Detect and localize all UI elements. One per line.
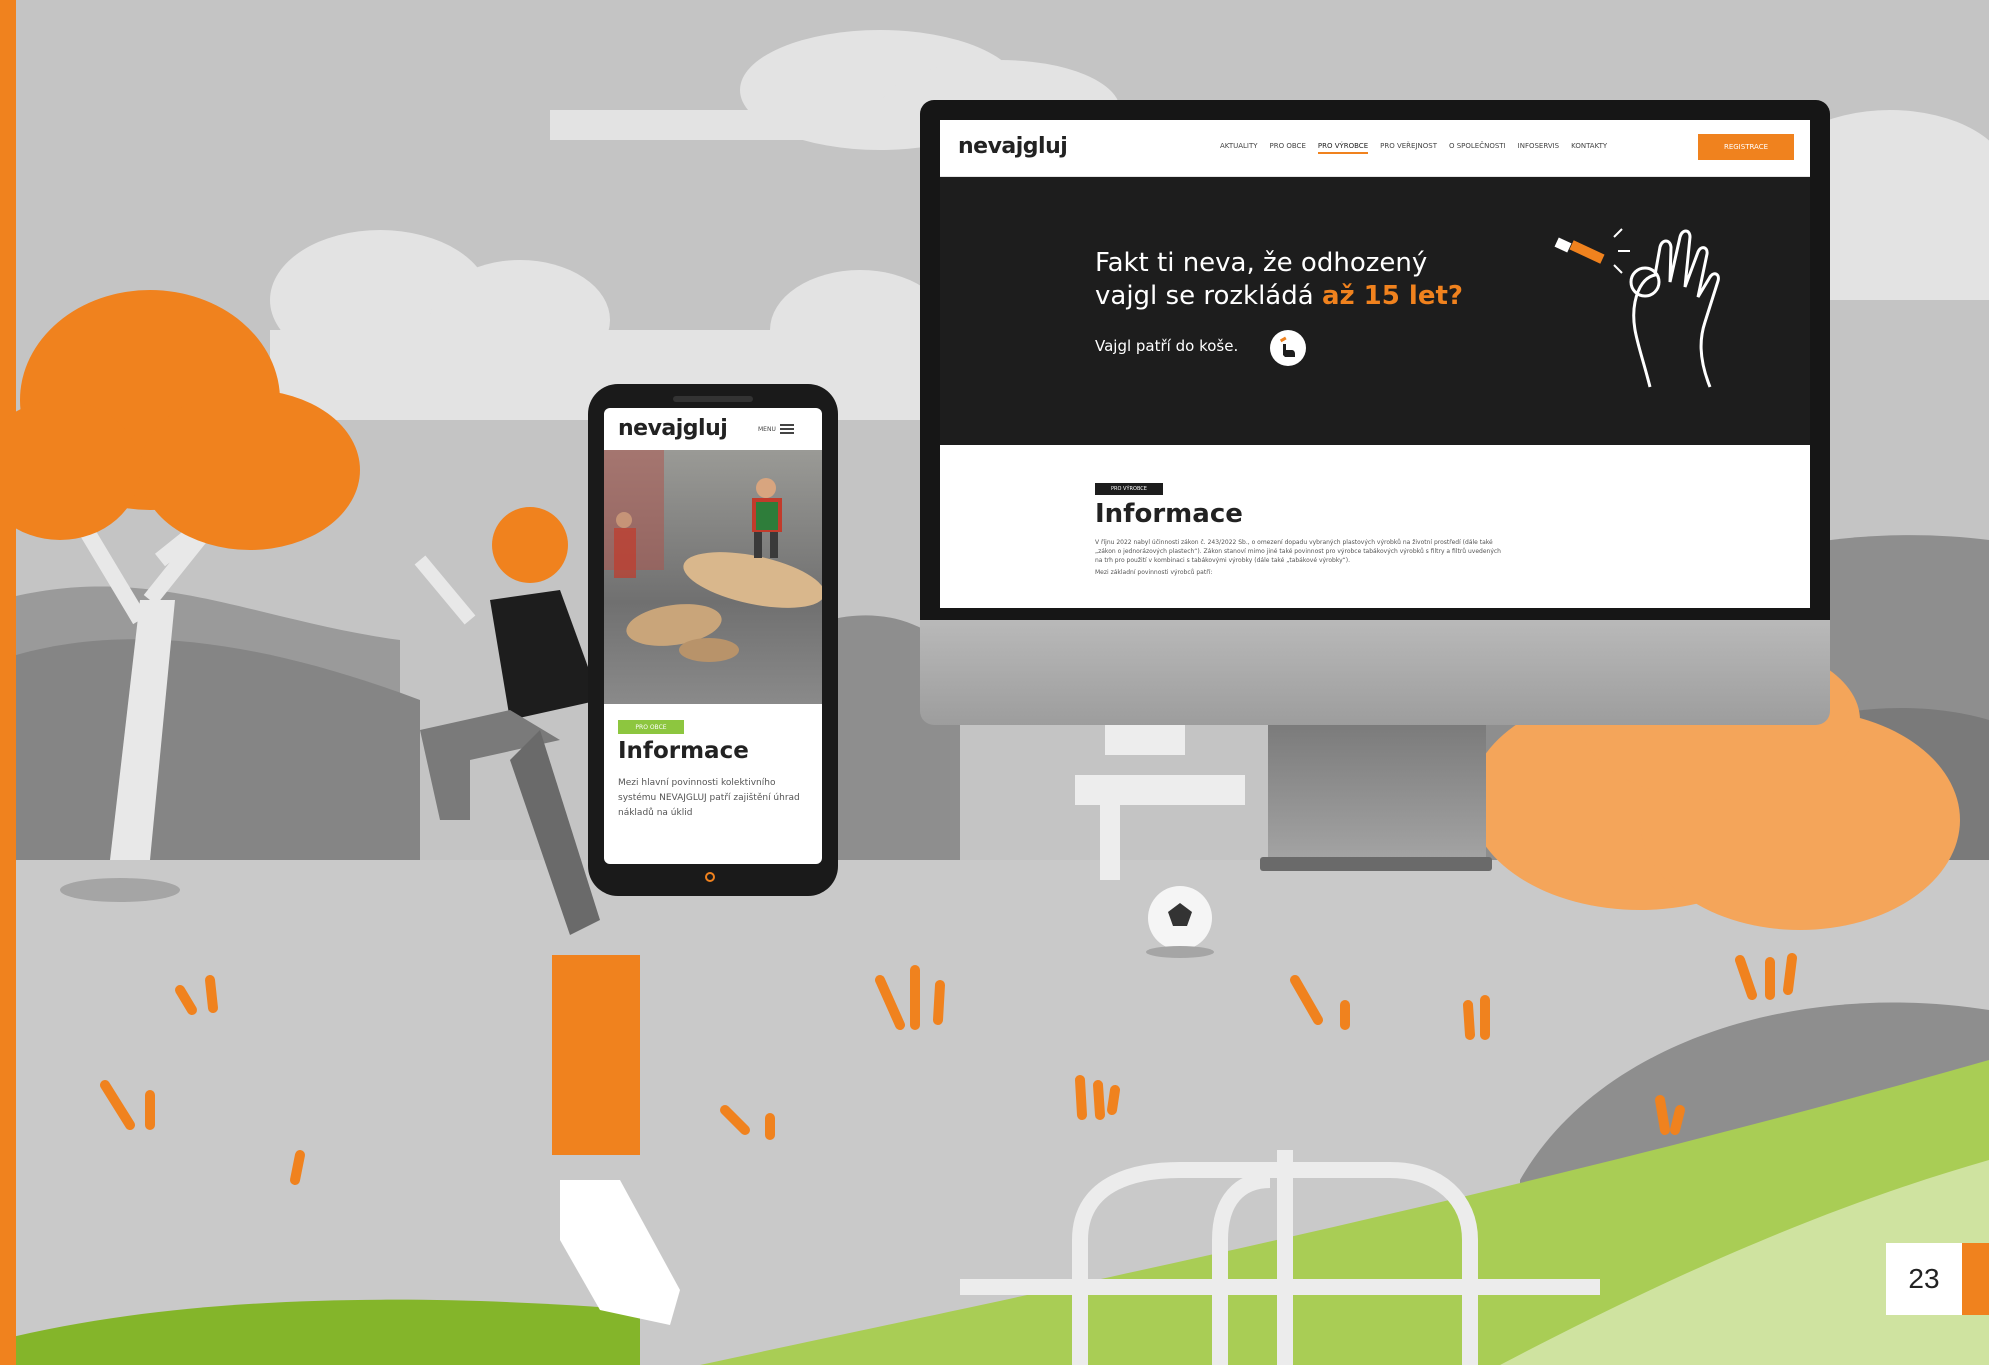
monitor-stand (1268, 725, 1486, 865)
monitor-foot (1260, 857, 1492, 871)
hero-title-line-1: Fakt ti neva, že odhozený (1095, 248, 1428, 278)
mobile-menu-button[interactable]: MENU (758, 424, 794, 434)
hero-title-prefix: vajgl se rozkládá (1095, 281, 1322, 311)
page-number-tab (1962, 1243, 1989, 1315)
hero-banner: Fakt ti neva, že odhozený vajgl se rozkl… (940, 177, 1810, 445)
stump-icon (552, 955, 640, 1155)
hero-subtitle: Vajgl patří do koše. (1095, 337, 1239, 355)
site-header: nevajgluj AKTUALITY PRO OBCE PRO VÝROBCE… (940, 120, 1810, 177)
site-logo[interactable]: nevajgluj (958, 134, 1068, 159)
monitor-chin (920, 620, 1830, 725)
nav-item-kontakty[interactable]: KONTAKTY (1571, 142, 1607, 154)
mobile-menu-label: MENU (758, 425, 776, 433)
nav-item-aktuality[interactable]: AKTUALITY (1220, 142, 1258, 154)
phone-notch (673, 396, 753, 402)
registration-button[interactable]: REGISTRACE (1698, 134, 1794, 160)
mobile-content-title: Informace (618, 738, 749, 764)
hand-flicking-cigarette-icon (1554, 228, 1720, 388)
mobile-content-paragraph: Mezi hlavní povinnosti kolektivního syst… (618, 778, 800, 818)
mobile-phone: nevajgluj MENU PRO OBCE Informace Mezi h… (588, 384, 838, 896)
site-nav: AKTUALITY PRO OBCE PRO VÝROBCE PRO VEŘEJ… (1220, 142, 1607, 154)
mobile-screen: nevajgluj MENU PRO OBCE Informace Mezi h… (604, 408, 822, 864)
category-tag[interactable]: PRO VÝROBCE (1095, 483, 1163, 495)
mobile-site-logo[interactable]: nevajgluj (618, 416, 728, 441)
cigarette-butts-photo (604, 450, 822, 704)
hero-title-line-2: vajgl se rozkládá až 15 let? (1095, 280, 1515, 313)
nav-item-pro-obce[interactable]: PRO OBCE (1270, 142, 1306, 154)
desktop-monitor: nevajgluj AKTUALITY PRO OBCE PRO VÝROBCE… (920, 100, 1830, 725)
nav-item-o-spolecnosti[interactable]: O SPOLEČNOSTI (1449, 142, 1506, 154)
nav-item-infoservis[interactable]: INFOSERVIS (1518, 142, 1559, 154)
content-section: PRO VÝROBCE Informace V říjnu 2022 nabyl… (940, 445, 1810, 608)
home-button-icon[interactable] (705, 872, 715, 882)
page-spread: nevajgluj AKTUALITY PRO OBCE PRO VÝROBCE… (0, 0, 1989, 1365)
content-paragraph-2: Mezi základní povinnosti výrobců patří: (1095, 569, 1213, 576)
mobile-category-tag[interactable]: PRO OBCE (618, 720, 684, 734)
hero-title: Fakt ti neva, že odhozený vajgl se rozkl… (1095, 247, 1515, 313)
content-paragraph: V říjnu 2022 nabyl účinnosti zákon č. 24… (1095, 538, 1505, 577)
desktop-screen: nevajgluj AKTUALITY PRO OBCE PRO VÝROBCE… (940, 120, 1810, 608)
nav-item-pro-verejnost[interactable]: PRO VEŘEJNOST (1380, 142, 1437, 154)
content-title: Informace (1095, 499, 1243, 529)
hand-pointer-icon (1270, 330, 1306, 366)
content-paragraph-1: V říjnu 2022 nabyl účinnosti zákon č. 24… (1095, 539, 1501, 564)
hamburger-icon (779, 424, 794, 434)
hero-title-highlight: až 15 let? (1321, 281, 1463, 311)
nav-item-pro-vyrobce[interactable]: PRO VÝROBCE (1317, 142, 1369, 154)
page-number: 23 (1886, 1243, 1962, 1315)
